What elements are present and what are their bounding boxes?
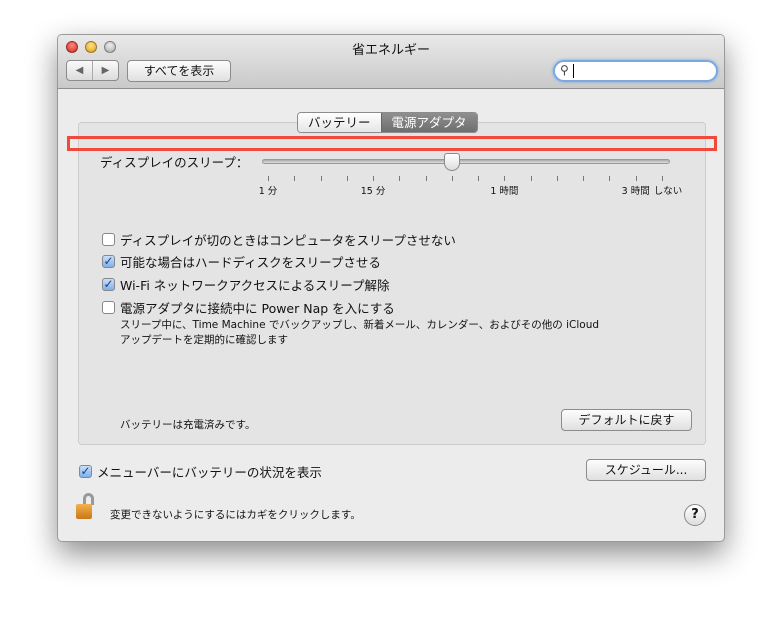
show-all-button[interactable]: すべてを表示 [127,60,231,82]
note-line: アップデートを定期的に確認します [120,334,288,346]
nav-buttons: ◀ ▶ [66,60,119,81]
slider-thumb[interactable] [443,153,460,171]
display-sleep-label: ディスプレイのスリープ： [100,155,249,170]
slider-tick [373,176,375,181]
option-wifi-wake[interactable]: ✓ Wi-Fi ネットワークアクセスによるスリープ解除 [102,275,390,294]
search-icon: ⚲ [560,63,569,77]
checkbox[interactable] [102,301,115,314]
energy-saver-window: 省エネルギー ◀ ▶ すべてを表示 ⚲ バッテリー 電源アダプタ ディスプレイの… [57,34,725,542]
slider-tick [504,176,506,181]
option-label: メニューバーにバッテリーの状況を表示 [97,465,322,480]
slider-tick [399,176,401,181]
slider-tick [583,176,585,181]
slider-tick [320,176,322,181]
battery-status: バッテリーは充電済みです。 [120,419,256,431]
slider-tick [609,176,611,181]
option-label: 電源アダプタに接続中に Power Nap を入にする [120,301,395,316]
lock-icon[interactable] [76,493,96,521]
window-title: 省エネルギー [351,43,430,58]
option-label: ディスプレイが切のときはコンピュータをスリープさせない [120,233,456,248]
checkbox-checked[interactable]: ✓ [102,278,115,291]
slider-tick [556,176,558,181]
checkbox-checked[interactable]: ✓ [79,465,92,478]
option-label: Wi-Fi ネットワークアクセスによるスリープ解除 [120,278,390,293]
option-power-nap[interactable]: 電源アダプタに接続中に Power Nap を入にする [102,298,395,317]
show-battery-menu-option[interactable]: ✓ メニューバーにバッテリーの状況を表示 [79,462,322,481]
slider-tick-label: 1 分 [258,186,278,197]
slider-tick [425,176,427,181]
power-nap-note: スリープ中に、Time Machine でバックアップし、新着メール、カレンダー… [120,318,599,348]
slider-tick [478,176,480,181]
display-sleep-slider[interactable] [262,159,670,164]
slider-tick-label: 3 時間 [621,186,650,197]
slider-tick [294,176,296,181]
help-button[interactable]: ? [684,504,706,526]
back-button[interactable]: ◀ [67,61,93,80]
slider-tick [268,176,269,181]
tab-battery[interactable]: バッテリー [298,113,381,132]
title-toolbar: 省エネルギー ◀ ▶ すべてを表示 ⚲ [58,35,724,89]
slider-tick-label: 1 時間 [490,186,519,197]
option-label: 可能な場合はハードディスクをスリープさせる [120,255,381,270]
text-cursor [573,64,574,78]
search-input[interactable]: ⚲ [553,60,718,82]
checkbox[interactable] [102,233,115,246]
restore-defaults-button[interactable]: デフォルトに戻す [561,409,692,431]
schedule-button[interactable]: スケジュール... [586,459,706,481]
slider-tick [346,176,348,181]
slider-tick-label: 15 分 [360,186,386,197]
tab-bar: バッテリー 電源アダプタ [297,112,478,133]
slider-tick [635,176,637,181]
option-disk-sleep[interactable]: ✓ 可能な場合はハードディスクをスリープさせる [102,252,381,271]
checkbox-checked[interactable]: ✓ [102,255,115,268]
slider-tick-label: しない [653,186,683,197]
note-line: スリープ中に、Time Machine でバックアップし、新着メール、カレンダー… [120,319,600,331]
slider-tick [451,176,453,181]
lock-text: 変更できないようにするにはカギをクリックします。 [110,509,361,521]
forward-button[interactable]: ▶ [93,61,118,80]
slider-tick [530,176,532,181]
tab-power-adapter[interactable]: 電源アダプタ [380,113,477,132]
option-no-sleep-display-off[interactable]: ディスプレイが切のときはコンピュータをスリープさせない [102,230,456,249]
slider-tick [662,176,663,181]
highlight-box [67,136,717,151]
